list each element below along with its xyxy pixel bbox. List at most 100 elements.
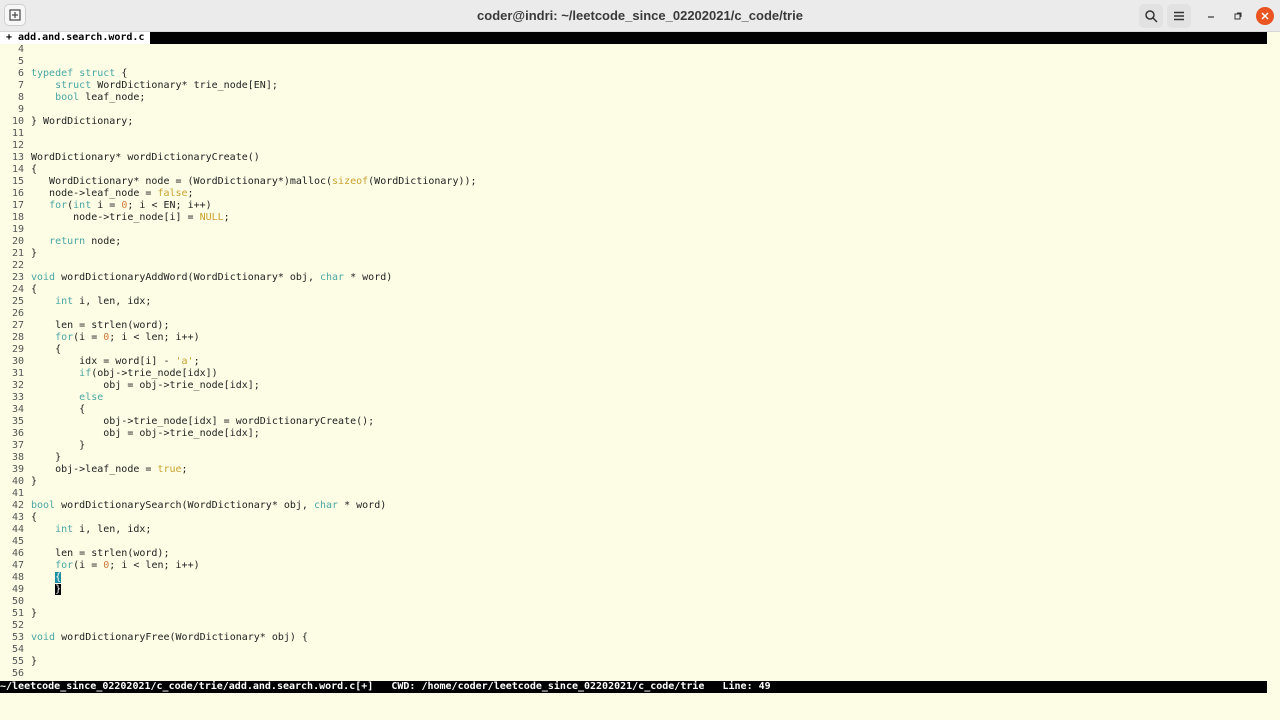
code-line[interactable]: 50 [0,596,1267,608]
code-line[interactable]: 8 bool leaf_node; [0,92,1267,104]
line-number: 33 [11,392,24,403]
code-line[interactable]: 34 { [0,404,1267,416]
line-number: 39 [11,464,24,475]
code-line[interactable]: 41 [0,488,1267,500]
code-line[interactable]: 53 void wordDictionaryFree(WordDictionary… [0,632,1267,644]
text-cursor: } [55,584,62,595]
code-token: wordDictionarySearch(WordDictionary* obj… [55,500,314,511]
code-token: bool [31,500,56,511]
scrollbar[interactable] [1267,32,1280,692]
code-token: ; i < len; i++) [109,332,200,343]
code-line[interactable]: 23 void wordDictionaryAddWord(WordDiction… [0,272,1267,284]
code-token: char [313,500,339,511]
code-line[interactable]: 27 len = strlen(word); [0,320,1267,332]
search-button[interactable] [1139,4,1163,28]
code-token: for [49,200,68,211]
code-line[interactable]: 20 return node; [0,236,1267,248]
code-line[interactable]: 10} WordDictionary; [0,116,1267,128]
code-line[interactable]: 11 [0,128,1267,140]
code-line[interactable]: 21} [0,248,1267,260]
code-line[interactable]: 28 for(i = 0; i < len; i++) [0,332,1267,344]
code-line[interactable]: 24 { [0,284,1267,296]
code-line[interactable]: 44 int i, len, idx; [0,524,1267,536]
code-line[interactable]: 33 else [0,392,1267,404]
line-number: 51 [11,608,24,619]
code-line[interactable]: 30 idx = word[i] - 'a'; [0,356,1267,368]
code-line[interactable]: 36 obj = obj->trie_node[idx]; [0,428,1267,440]
line-number: 8 [17,92,24,103]
code-line[interactable]: 56 [0,668,1267,680]
code-text: { [31,344,61,356]
code-text: int i, len, idx; [31,296,151,308]
code-line[interactable]: 32 obj = obj->trie_node[idx]; [0,380,1267,392]
code-line[interactable]: 47 for(i = 0; i < len; i++) [0,560,1267,572]
line-number: 38 [11,452,24,463]
code-line[interactable]: 16 node->leaf_node = false; [0,188,1267,200]
code-text: } [31,584,62,596]
line-number: 36 [11,428,24,439]
line-number: 14 [11,164,24,175]
code-line[interactable]: 14 { [0,164,1267,176]
code-line[interactable]: 19 [0,224,1267,236]
code-token: * word) [338,500,387,511]
code-line[interactable]: 29 { [0,344,1267,356]
code-line[interactable]: 12 [0,140,1267,152]
code-line[interactable]: 45 [0,536,1267,548]
code-line[interactable]: 52 [0,620,1267,632]
maximize-button[interactable] [1229,7,1247,25]
code-line[interactable]: 38 } [0,452,1267,464]
code-line[interactable]: 42 bool wordDictionarySearch(WordDictiona… [0,500,1267,512]
code-line[interactable]: 25 int i, len, idx; [0,296,1267,308]
line-number: 35 [11,416,24,427]
menu-button[interactable] [1167,4,1191,28]
code-token: { [55,572,62,583]
code-text: { [31,572,62,584]
code-editor[interactable]: 4 5 6 typedef struct {7 struct WordDictiona… [0,44,1267,680]
code-line[interactable]: 13 WordDictionary* wordDictionaryCreate() [0,152,1267,164]
code-line[interactable]: 6 typedef struct { [0,68,1267,80]
code-line[interactable]: 51} [0,608,1267,620]
code-line[interactable]: 54 [0,644,1267,656]
code-token: } [31,608,38,619]
code-line[interactable]: 46 len = strlen(word); [0,548,1267,560]
code-token: obj = obj->trie_node[idx]; [31,380,260,391]
code-text: len = strlen(word); [31,320,169,332]
code-text: return node; [31,236,121,248]
code-line[interactable]: 15 WordDictionary* node = (WordDictionar… [0,176,1267,188]
code-line[interactable]: 48 { [0,572,1267,584]
status-file-path: ~/leetcode_since_02202021/c_code/trie/ad… [0,681,374,692]
code-line[interactable]: 31 if(obj->trie_node[idx]) [0,368,1267,380]
code-token: ; [223,212,230,223]
code-line[interactable]: 7 struct WordDictionary* trie_node[EN]; [0,80,1267,92]
close-button[interactable] [1256,7,1274,25]
line-number: 22 [11,260,24,271]
code-token: { [31,164,38,175]
code-line[interactable]: 5 [0,56,1267,68]
code-line[interactable]: 37 } [0,440,1267,452]
code-token: struct [55,80,92,91]
minimize-button[interactable] [1202,7,1220,25]
file-tab[interactable]: + add.and.search.word.c [0,32,151,44]
code-line[interactable]: 40} [0,476,1267,488]
code-text: obj = obj->trie_node[idx]; [31,380,260,392]
code-token: } [31,440,86,451]
hamburger-menu-icon [1174,11,1184,21]
code-line[interactable]: 17 for(int i = 0; i < EN; i++) [0,200,1267,212]
window-titlebar: coder@indri: ~/leetcode_since_02202021/c… [0,0,1280,32]
line-number: 26 [11,308,24,319]
code-line[interactable]: 4 [0,44,1267,56]
code-line[interactable]: 39 obj->leaf_node = true; [0,464,1267,476]
code-line[interactable]: 43 { [0,512,1267,524]
code-token: { [31,344,62,355]
code-line[interactable]: 18 node->trie_node[i] = NULL; [0,212,1267,224]
code-line[interactable]: 35 obj->trie_node[idx] = wordDictionaryC… [0,416,1267,428]
code-line[interactable]: 49 } [0,584,1267,596]
code-token: void [31,632,56,643]
code-line[interactable]: 22 [0,260,1267,272]
code-line[interactable]: 9 [0,104,1267,116]
line-number: 44 [11,524,24,535]
code-token: (obj->trie_node[idx]) [91,368,218,379]
code-line[interactable]: 55} [0,656,1267,668]
code-line[interactable]: 26 [0,308,1267,320]
